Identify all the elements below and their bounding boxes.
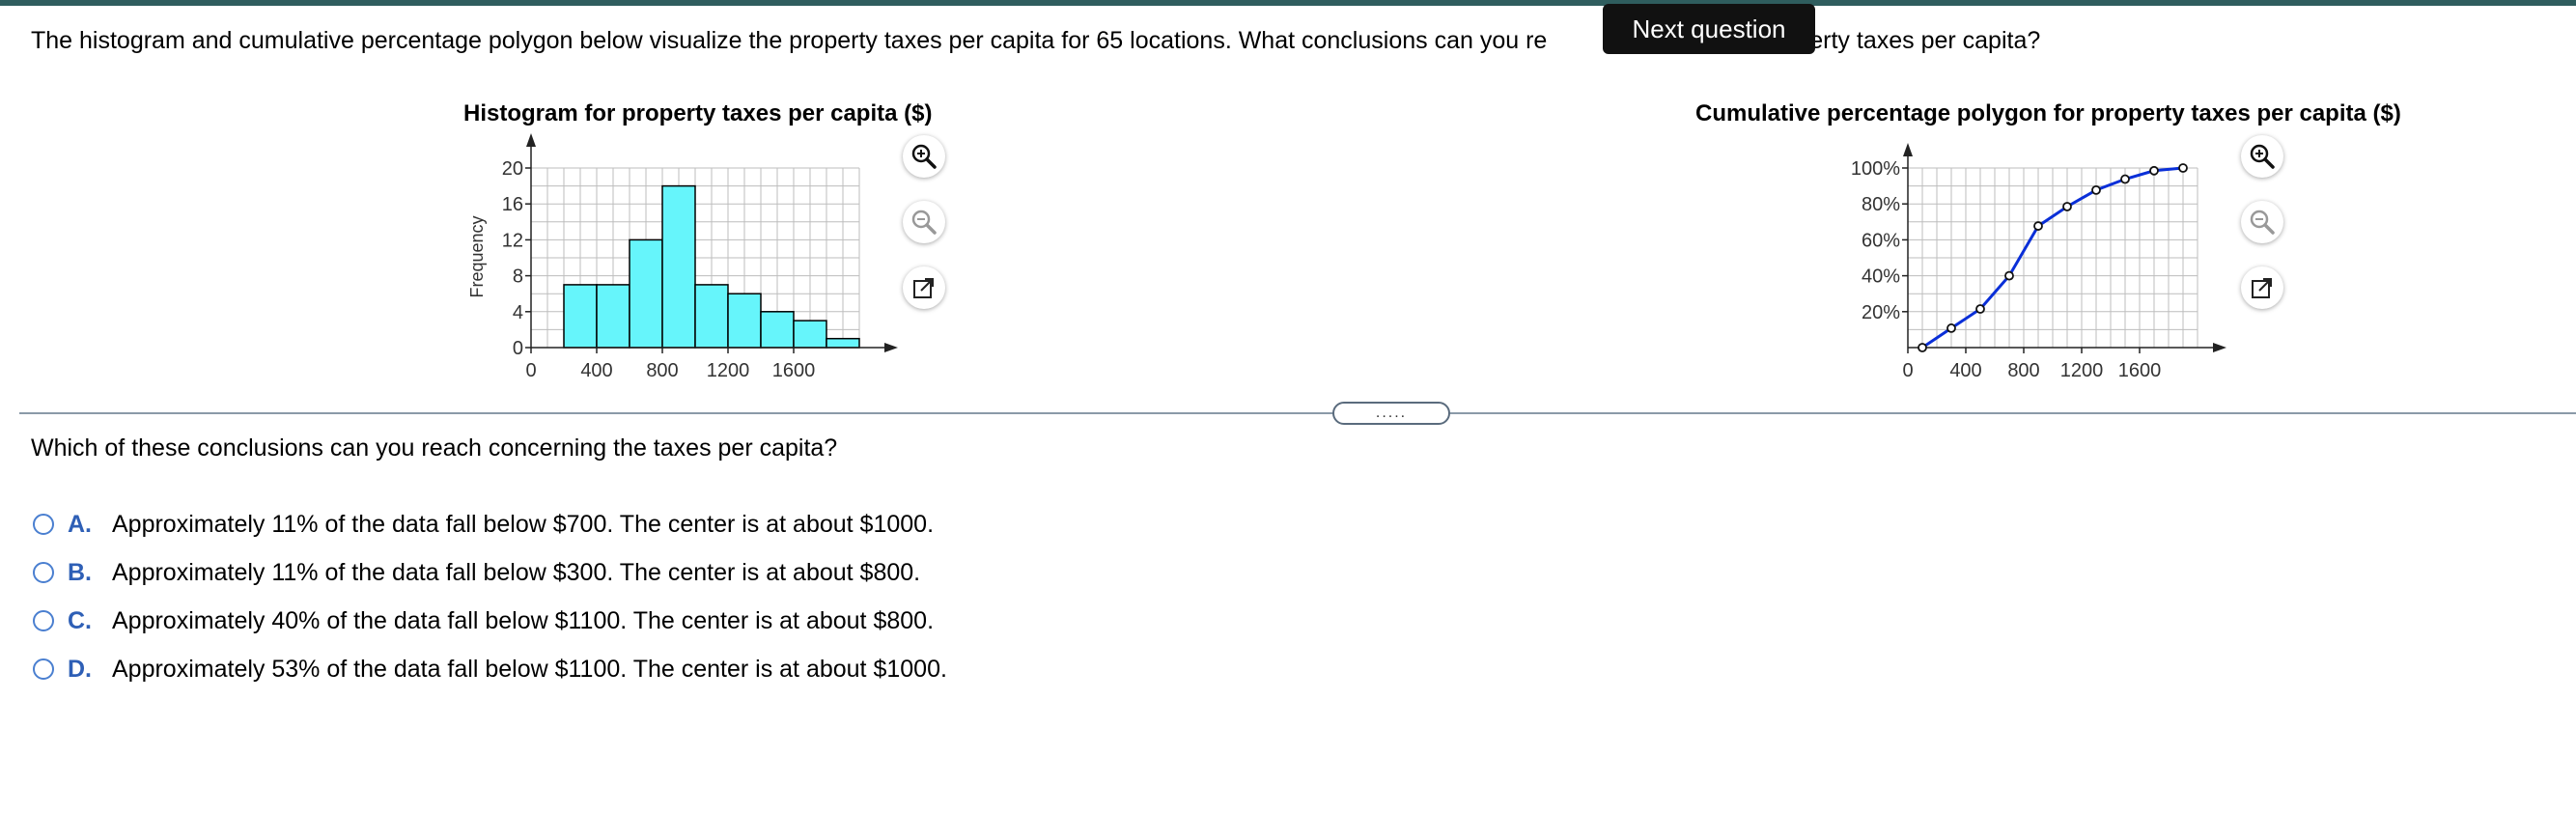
top-accent-bar <box>0 0 2576 6</box>
y-tick-label: 4 <box>513 302 523 323</box>
histogram-bar <box>629 238 663 349</box>
x-tick-label: 0 <box>1902 360 1913 381</box>
polygon-zoom-in-button[interactable] <box>2241 135 2283 178</box>
option-letter: B. <box>68 558 92 586</box>
option-text: Approximately 40% of the data fall below… <box>112 606 935 634</box>
popout-icon <box>913 278 934 298</box>
y-tick-label: 20% <box>1862 302 1900 323</box>
x-tick-label: 1200 <box>2060 360 2104 381</box>
option-letter: A. <box>68 510 92 538</box>
x-tick-label: 1200 <box>707 360 750 381</box>
y-tick-label: 20 <box>502 158 523 180</box>
option-text: Approximately 11% of the data fall below… <box>112 558 921 586</box>
cumulative-point <box>2004 270 2014 281</box>
histogram-bar <box>563 284 598 349</box>
histogram-popout-button[interactable] <box>903 266 945 309</box>
next-question-tooltip[interactable]: Next question <box>1603 4 1815 54</box>
y-tick-label: 8 <box>513 266 523 288</box>
subquestion-text: Which of these conclusions can you reach… <box>31 434 838 462</box>
y-axis-arrow <box>526 133 536 147</box>
option-text: Approximately 11% of the data fall below… <box>112 510 935 538</box>
y-tick-label: 80% <box>1862 194 1900 215</box>
histogram-zoom-in-button[interactable] <box>903 135 945 178</box>
histogram-bar <box>596 284 630 349</box>
histogram-bar <box>793 320 827 349</box>
histogram-bar <box>727 293 762 349</box>
cumulative-point <box>2091 184 2101 195</box>
x-tick-label: 1600 <box>772 360 816 381</box>
histogram-bar <box>661 184 696 349</box>
y-tick-label: 16 <box>502 194 523 215</box>
cumulative-point <box>2149 165 2159 176</box>
x-tick-label: 400 <box>1949 360 1981 381</box>
cumulative-point <box>1946 323 1956 333</box>
zoom-out-icon <box>2250 210 2275 235</box>
option-text: Approximately 53% of the data fall below… <box>112 655 947 683</box>
zoom-in-icon <box>911 144 937 169</box>
x-axis-arrow <box>884 343 898 352</box>
section-divider <box>19 412 2576 414</box>
histogram-chart: 0 4 8 12 16 20 0 400 800 1200 1600 Frequency <box>467 133 898 381</box>
y-tick-label: 40% <box>1862 266 1900 288</box>
radio-button[interactable] <box>33 514 54 535</box>
x-tick-label: 400 <box>580 360 612 381</box>
radio-button[interactable] <box>33 610 54 631</box>
cumulative-point <box>2033 221 2043 231</box>
histogram-zoom-out-button[interactable] <box>903 201 945 243</box>
histogram-bar <box>694 284 729 349</box>
popout-icon <box>2252 278 2272 298</box>
x-tick-label: 1600 <box>2118 360 2162 381</box>
cumulative-point <box>1918 343 1927 352</box>
y-tick-label: 100% <box>1851 158 1900 180</box>
answer-options: A. Approximately 11% of the data fall be… <box>33 500 947 693</box>
x-tick-label: 800 <box>2007 360 2039 381</box>
x-tick-label: 0 <box>525 360 536 381</box>
y-axis-label: Frequency <box>467 215 487 297</box>
y-tick-label: 60% <box>1862 230 1900 251</box>
x-tick-label: 800 <box>646 360 678 381</box>
y-tick-label: 0 <box>513 338 523 359</box>
option-a[interactable]: A. Approximately 11% of the data fall be… <box>33 500 947 548</box>
cumulative-point <box>2178 163 2188 173</box>
radio-button[interactable] <box>33 562 54 583</box>
option-d[interactable]: D. Approximately 53% of the data fall be… <box>33 645 947 693</box>
cumulative-polygon-chart: 20% 40% 60% 80% 100% 0 400 800 1200 1600 <box>1851 143 2226 381</box>
zoom-in-icon <box>2250 144 2275 169</box>
polygon-title: Cumulative percentage polygon for proper… <box>1695 100 2401 126</box>
histogram-title: Histogram for property taxes per capita … <box>463 100 933 126</box>
zoom-out-icon <box>911 210 937 235</box>
radio-button[interactable] <box>33 658 54 680</box>
x-axis-arrow <box>2213 343 2226 352</box>
polygon-popout-button[interactable] <box>2241 266 2283 309</box>
cumulative-point <box>1975 304 1985 314</box>
y-tick-label: 12 <box>502 230 523 251</box>
y-axis-arrow <box>1903 143 1913 156</box>
polygon-zoom-out-button[interactable] <box>2241 201 2283 243</box>
option-c[interactable]: C. Approximately 40% of the data fall be… <box>33 597 947 645</box>
histogram-bar <box>760 311 795 349</box>
resize-handle[interactable]: ..... <box>1332 402 1450 425</box>
histogram-bar <box>826 337 860 349</box>
option-letter: C. <box>68 606 92 634</box>
cumulative-point <box>2120 174 2130 184</box>
cumulative-point <box>2062 202 2072 211</box>
option-b[interactable]: B. Approximately 11% of the data fall be… <box>33 548 947 597</box>
option-letter: D. <box>68 655 92 683</box>
question-text-start: The histogram and cumulative percentage … <box>31 27 1548 54</box>
